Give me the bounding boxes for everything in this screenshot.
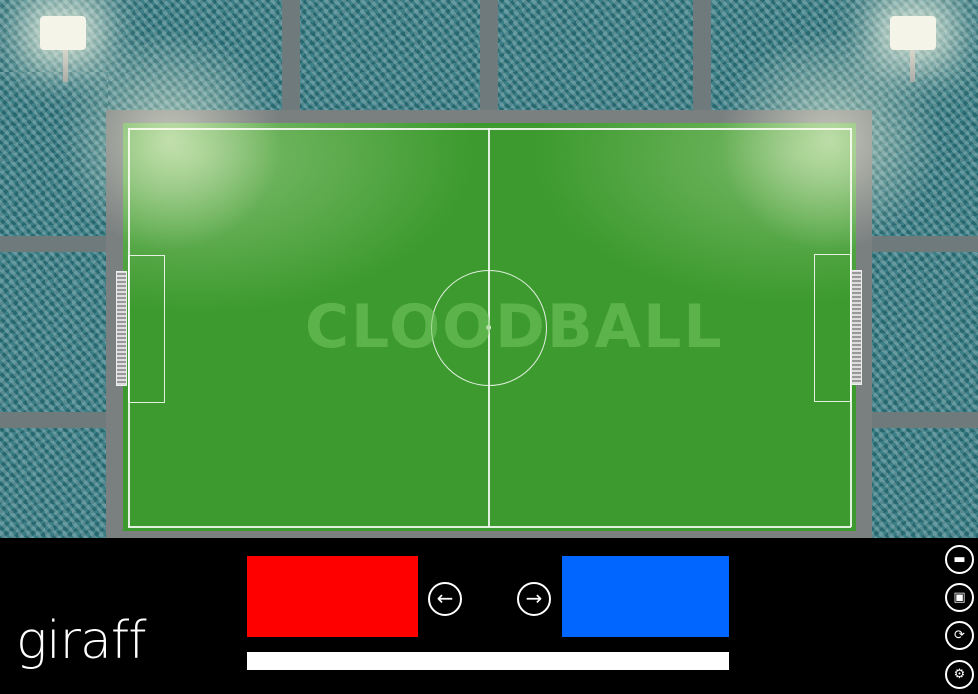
floodlight-glow — [700, 30, 960, 250]
goal-left — [116, 271, 127, 386]
touchline-bottom — [128, 526, 851, 528]
stand-aisle — [0, 412, 108, 428]
refresh-icon: ⟳ — [954, 628, 965, 643]
refresh-button[interactable]: ⟳ — [945, 621, 974, 650]
stand-aisle — [0, 236, 108, 252]
floodlight-glow — [40, 30, 300, 250]
control-panel — [0, 538, 978, 694]
stand-aisle — [693, 0, 711, 112]
settings-button[interactable]: ⚙ — [945, 660, 974, 689]
save-button[interactable]: ▣ — [945, 583, 974, 612]
goal-right — [851, 270, 862, 385]
field-watermark: CLOODBALL — [305, 292, 724, 362]
gear-icon: ⚙ — [953, 667, 966, 682]
open-button[interactable]: ▬ — [945, 545, 974, 574]
arrow-right-button[interactable]: → — [517, 582, 551, 616]
away-team-swatch[interactable] — [562, 556, 729, 637]
arrow-left-icon: ← — [436, 586, 454, 610]
save-icon: ▣ — [953, 590, 966, 605]
floodlight-icon — [40, 16, 86, 50]
arrow-left-button[interactable]: ← — [428, 582, 462, 616]
penalty-box-left — [128, 255, 165, 403]
floodlight-icon — [890, 16, 936, 50]
penalty-box-right — [814, 254, 851, 402]
progress-bar — [247, 652, 729, 670]
stand-aisle — [480, 0, 498, 112]
floodlight-pole — [910, 50, 915, 82]
floodlight-pole — [63, 50, 68, 82]
brand-logo: giraff — [16, 611, 147, 671]
arrow-right-icon: → — [525, 586, 543, 610]
stadium-view: CLOODBALL — [0, 0, 978, 538]
folder-icon: ▬ — [953, 552, 966, 567]
stand-aisle — [870, 412, 978, 428]
home-team-swatch[interactable] — [247, 556, 418, 637]
